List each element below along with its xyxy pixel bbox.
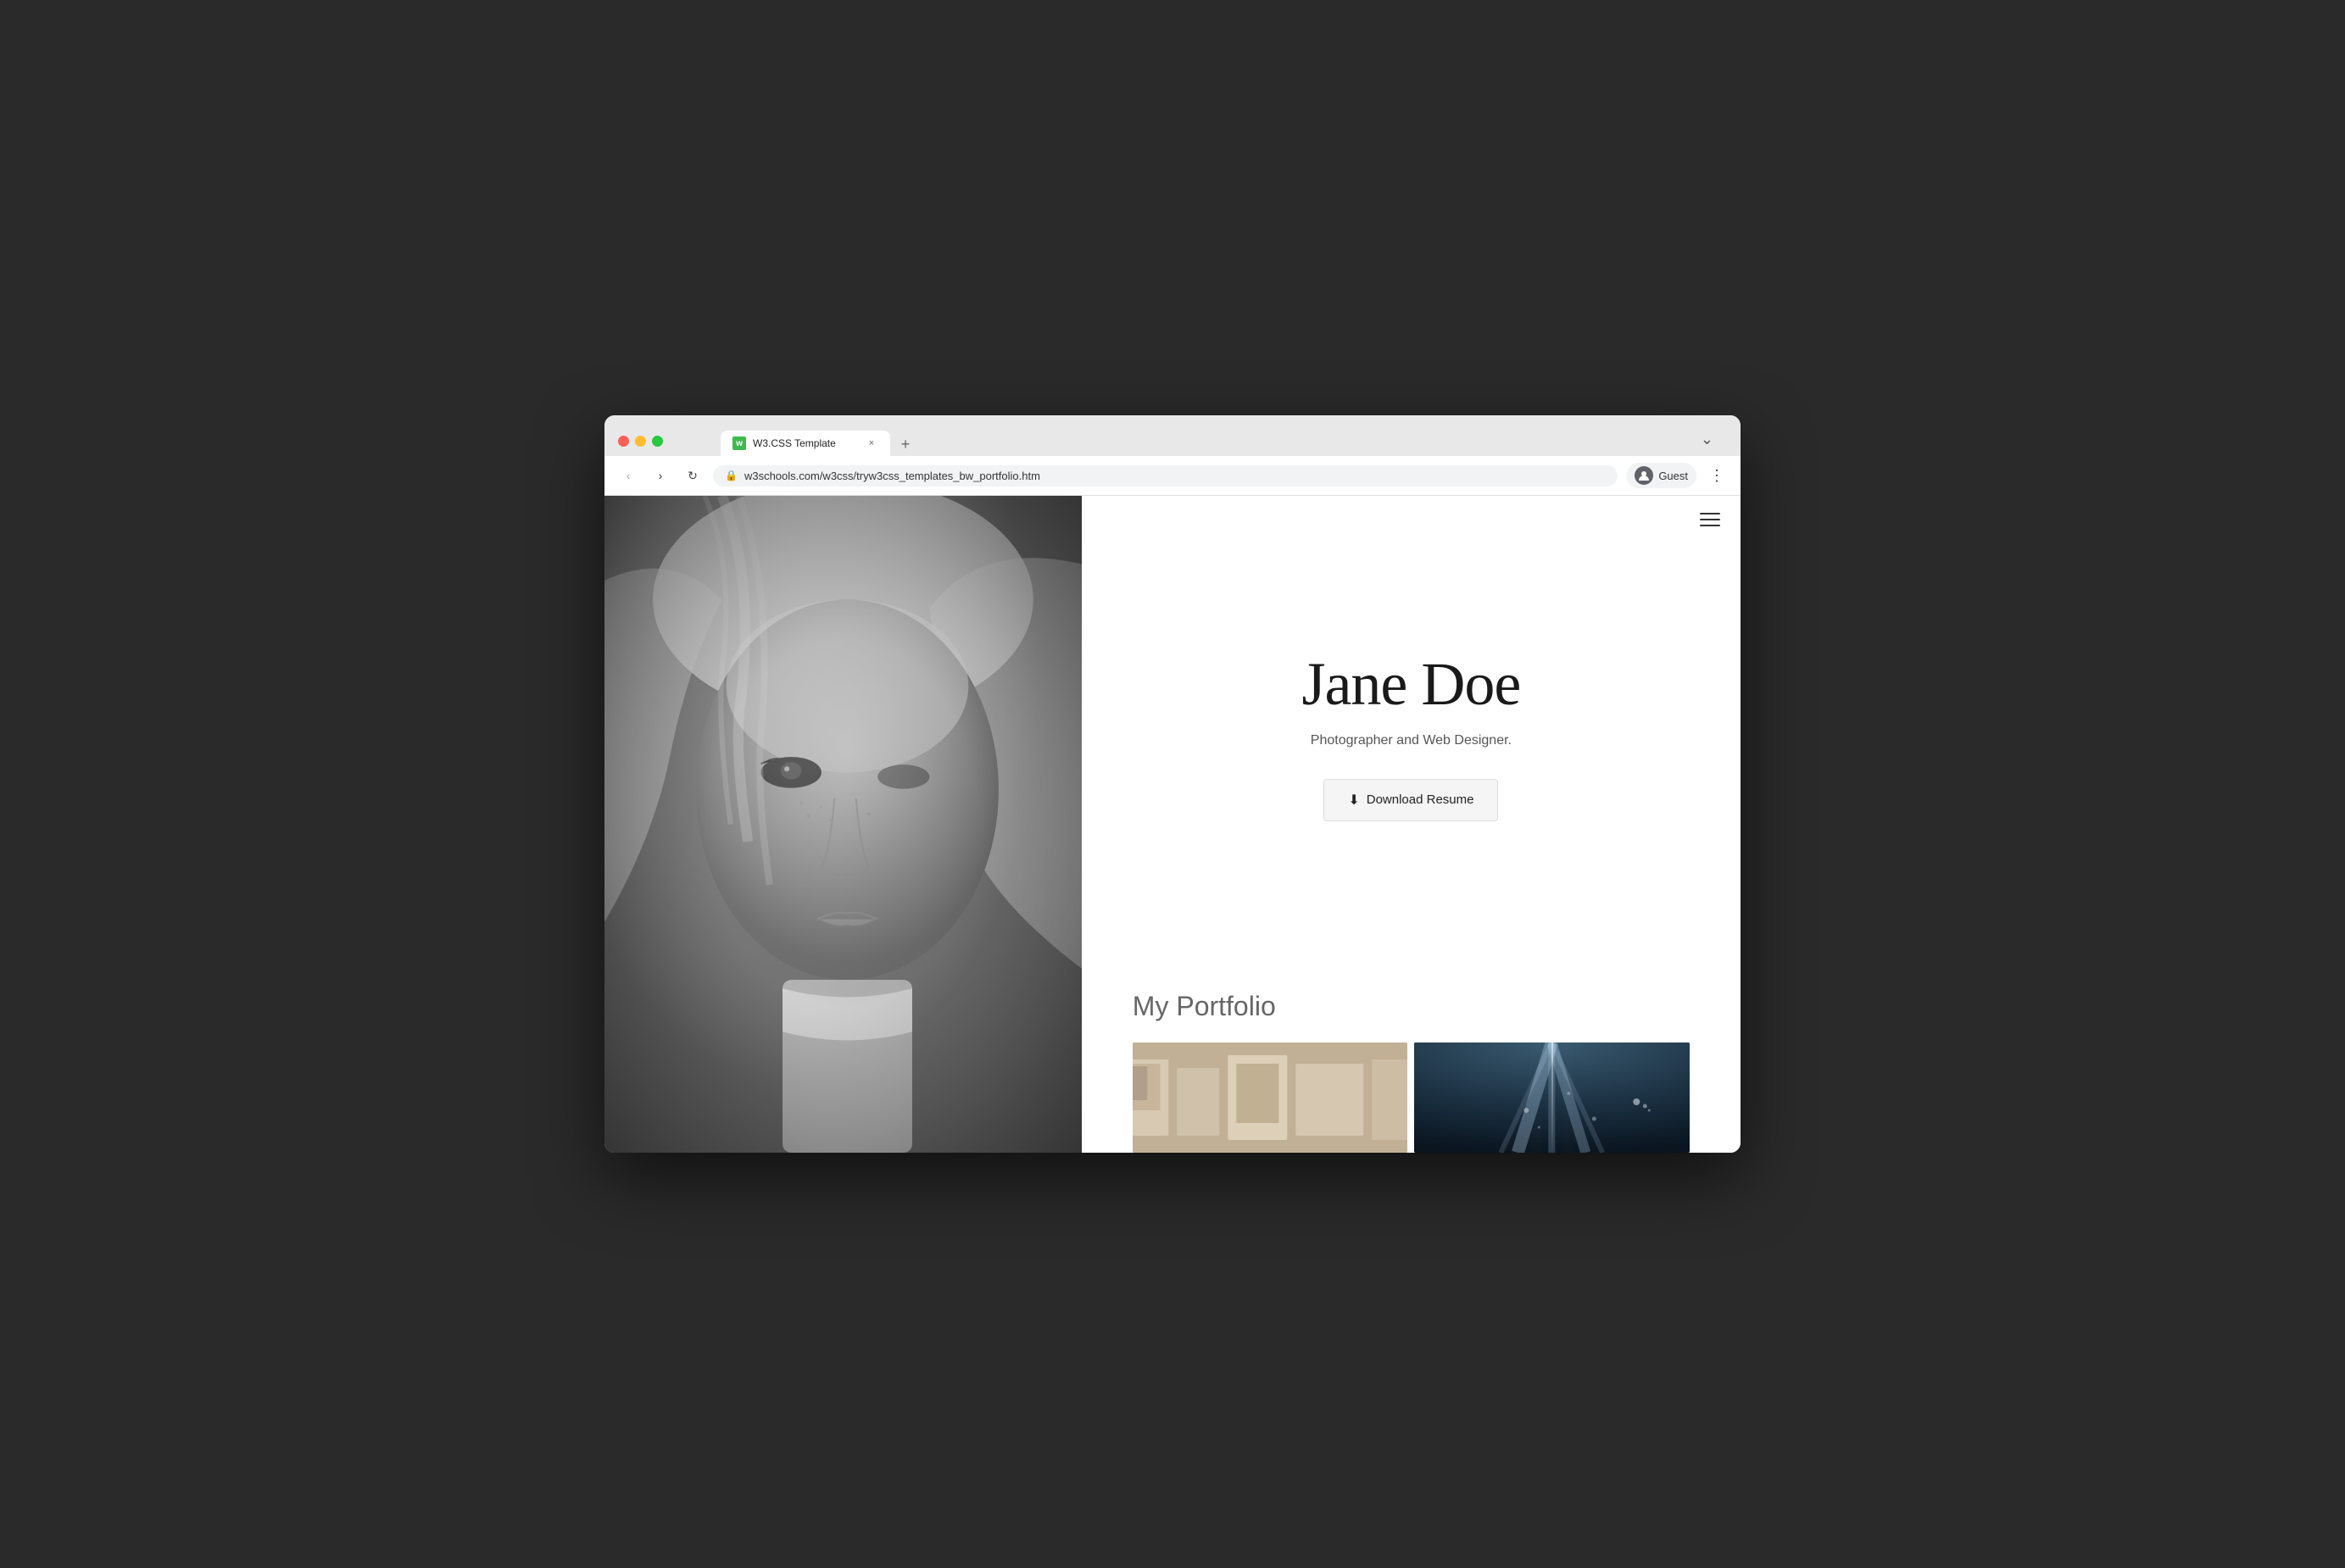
title-bar: w W3.CSS Template × + ⌄ [604,415,1741,456]
lock-icon: 🔒 [725,470,738,481]
website-content: Jane Doe Photographer and Web Designer. … [604,496,1741,1153]
traffic-light-red[interactable] [618,436,629,447]
hamburger-line-1 [1700,513,1720,514]
profile-icon [1635,466,1653,485]
browser-window: w W3.CSS Template × + ⌄ ‹ › ↻ 🔒 [604,415,1741,1153]
address-bar[interactable]: 🔒 w3schools.com/w3css/tryw3css_templates… [713,465,1618,487]
photo-panel [604,496,1082,1153]
profile-name: Guest [1658,470,1688,482]
portfolio-item-1[interactable] [1133,1043,1408,1153]
download-resume-button[interactable]: ⬇ Download Resume [1323,779,1498,821]
hamburger-line-3 [1700,525,1720,526]
url-text: w3schools.com/w3css/tryw3css_templates_b… [744,470,1606,482]
refresh-button[interactable]: ↻ [681,464,705,487]
portrait-photo [604,496,1082,1153]
forward-button[interactable]: › [649,464,672,487]
browser-chrome: w W3.CSS Template × + ⌄ ‹ › ↻ 🔒 [604,415,1741,496]
tab-close-button[interactable]: × [865,436,878,450]
tabs-bar: w W3.CSS Template × + [670,425,917,456]
tab-favicon: w [732,436,746,450]
portfolio-item-2[interactable] [1414,1043,1690,1153]
active-tab[interactable]: w W3.CSS Template × [721,431,890,456]
portfolio-title: My Portfolio [1133,991,1690,1022]
portrait-svg [604,496,1082,1153]
hero-subtitle: Photographer and Web Designer. [1311,733,1512,748]
hamburger-line-2 [1700,519,1720,520]
browser-toolbar: ‹ › ↻ 🔒 w3schools.com/w3css/tryw3css_tem… [604,456,1741,496]
traffic-light-green[interactable] [652,436,663,447]
content-panel: Jane Doe Photographer and Web Designer. … [1082,496,1741,1153]
download-resume-label: Download Resume [1367,792,1474,807]
traffic-light-yellow[interactable] [635,436,646,447]
new-tab-button[interactable]: + [894,432,917,456]
back-button[interactable]: ‹ [616,464,640,487]
traffic-lights [618,436,663,447]
portfolio-grid [1133,1043,1690,1153]
tab-menu-button[interactable]: ⌄ [1701,431,1713,448]
more-options-button[interactable]: ⋮ [1705,464,1729,487]
hamburger-menu-button[interactable] [1700,513,1720,526]
hero-section: Jane Doe Photographer and Web Designer. … [1082,496,1741,957]
tab-title: W3.CSS Template [753,437,858,449]
download-icon: ⬇ [1348,792,1359,809]
portfolio-section: My Portfolio [1082,957,1741,1153]
profile-button[interactable]: Guest [1626,463,1696,488]
hero-name: Jane Doe [1301,649,1520,720]
